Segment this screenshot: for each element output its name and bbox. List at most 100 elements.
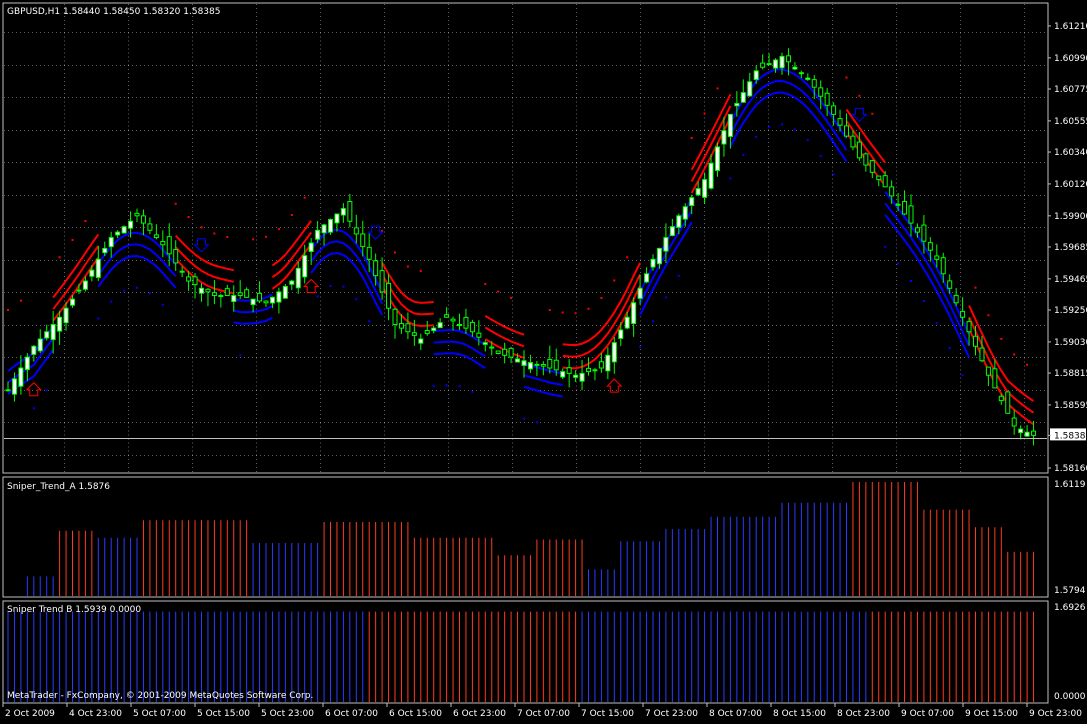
candle-body bbox=[1018, 428, 1024, 434]
candle-body bbox=[218, 295, 224, 298]
candle-body bbox=[121, 226, 127, 234]
support-dot bbox=[458, 385, 461, 388]
panel-a-axis-bottom: 1.5794 bbox=[1054, 586, 1086, 596]
candle-body bbox=[82, 280, 88, 290]
support-dot bbox=[922, 299, 925, 302]
candle-body bbox=[760, 62, 766, 68]
resistance-dot bbox=[71, 238, 74, 241]
candle-body bbox=[140, 215, 146, 224]
candle-body bbox=[302, 255, 308, 278]
support-dot bbox=[742, 153, 745, 156]
resistance-dot bbox=[548, 309, 551, 312]
candle-body bbox=[947, 280, 953, 289]
price-axis[interactable]: 1.61210 1.60990 1.60775 1.60555 1.60340 1.601… bbox=[1048, 22, 1087, 474]
resistance-dot bbox=[510, 296, 513, 299]
candle-body bbox=[1024, 431, 1030, 437]
candle-body bbox=[695, 188, 701, 196]
support-dot bbox=[832, 173, 835, 176]
candle-body bbox=[108, 237, 114, 248]
candle-body bbox=[373, 260, 379, 277]
support-dot bbox=[819, 155, 822, 158]
resistance-dot bbox=[303, 196, 306, 199]
candle-body bbox=[469, 321, 475, 333]
candle-body bbox=[515, 358, 521, 363]
support-dot bbox=[523, 417, 525, 420]
candle-body bbox=[682, 206, 688, 220]
candle-body bbox=[592, 369, 598, 372]
candle-body bbox=[669, 226, 675, 237]
candle-body bbox=[792, 66, 798, 70]
candle-body bbox=[166, 236, 172, 255]
price-tick-label: 1.60990 bbox=[1054, 54, 1087, 64]
candle-body bbox=[1011, 417, 1017, 427]
resistance-dot bbox=[187, 216, 190, 219]
price-tick-label: 1.60775 bbox=[1054, 85, 1087, 95]
trading-chart[interactable]: GBPUSD,H1 1.58440 1.58450 1.58320 1.5838… bbox=[0, 0, 1087, 720]
candle-body bbox=[70, 298, 75, 306]
candle-body bbox=[966, 321, 972, 333]
candle-body bbox=[650, 258, 656, 268]
time-tick-label: 7 Oct 15:00 bbox=[581, 709, 634, 719]
support-dot bbox=[535, 421, 538, 424]
candle-body bbox=[289, 280, 295, 285]
candle-body bbox=[1031, 430, 1037, 436]
resistance-dot bbox=[84, 220, 87, 223]
candle-body bbox=[566, 367, 572, 374]
resistance-dot bbox=[419, 269, 422, 272]
resistance-dot bbox=[381, 229, 384, 232]
candle-body bbox=[527, 362, 533, 370]
candle-body bbox=[450, 318, 456, 322]
candle-body bbox=[102, 247, 108, 254]
candle-body bbox=[985, 366, 991, 376]
resistance-dot bbox=[690, 136, 693, 139]
candle-body bbox=[805, 77, 811, 80]
time-tick-label: 9 Oct 15:00 bbox=[965, 709, 1018, 719]
candle-body bbox=[547, 358, 553, 369]
support-dot bbox=[639, 345, 642, 348]
candle-body bbox=[921, 224, 927, 242]
price-tick-label: 1.58385 bbox=[1054, 431, 1087, 441]
price-tick-label: 1.58160 bbox=[1054, 464, 1087, 474]
resistance-dot bbox=[19, 299, 22, 302]
resistance-dot bbox=[277, 228, 280, 231]
candle-body bbox=[476, 332, 482, 338]
support-dot bbox=[471, 390, 474, 393]
candle-body bbox=[953, 294, 959, 304]
candle-body bbox=[818, 87, 824, 97]
candle-body bbox=[876, 175, 882, 181]
candle-body bbox=[398, 323, 404, 329]
time-tick-label: 6 Oct 15:00 bbox=[389, 709, 442, 719]
support-dot bbox=[935, 322, 938, 325]
time-tick-label: 5 Oct 15:00 bbox=[197, 709, 250, 719]
candle-body bbox=[844, 125, 849, 137]
support-dot bbox=[729, 177, 732, 180]
chart-title: GBPUSD,H1 1.58440 1.58450 1.58320 1.5838… bbox=[7, 7, 220, 17]
watermark: MetaTrader - FxCompany, © 2001-2009 Meta… bbox=[7, 691, 313, 701]
support-dot bbox=[432, 385, 435, 388]
candle-body bbox=[437, 322, 443, 329]
main-price-panel: GBPUSD,H1 1.58440 1.58450 1.58320 1.5838… bbox=[2, 2, 1049, 474]
resistance-dot bbox=[561, 311, 564, 314]
candle-body bbox=[747, 81, 753, 97]
price-tick-label: 1.58595 bbox=[1054, 401, 1087, 411]
price-tick-label: 1.59465 bbox=[1054, 275, 1087, 285]
candle-body bbox=[63, 307, 69, 324]
candle-body bbox=[153, 234, 159, 239]
candle-body bbox=[863, 153, 869, 166]
time-axis[interactable]: 2 Oct 2009 4 Oct 23:00 5 Oct 07:00 5 Oct 15… bbox=[2, 703, 1082, 719]
support-dot bbox=[884, 245, 887, 248]
support-dot bbox=[355, 298, 358, 301]
price-tick-label: 1.60340 bbox=[1054, 148, 1087, 158]
candle-body bbox=[882, 175, 888, 188]
time-tick-label: 5 Oct 07:00 bbox=[133, 709, 186, 719]
price-tick-label: 1.60120 bbox=[1054, 180, 1087, 190]
support-dot bbox=[239, 354, 242, 357]
candle-body bbox=[115, 231, 121, 236]
candle-body bbox=[424, 329, 430, 335]
candle-body bbox=[605, 354, 611, 372]
candle-body bbox=[360, 233, 366, 248]
candle-body bbox=[702, 179, 708, 198]
resistance-dot bbox=[600, 296, 603, 299]
support-dot bbox=[664, 296, 667, 299]
resistance-dot bbox=[1000, 337, 1003, 340]
